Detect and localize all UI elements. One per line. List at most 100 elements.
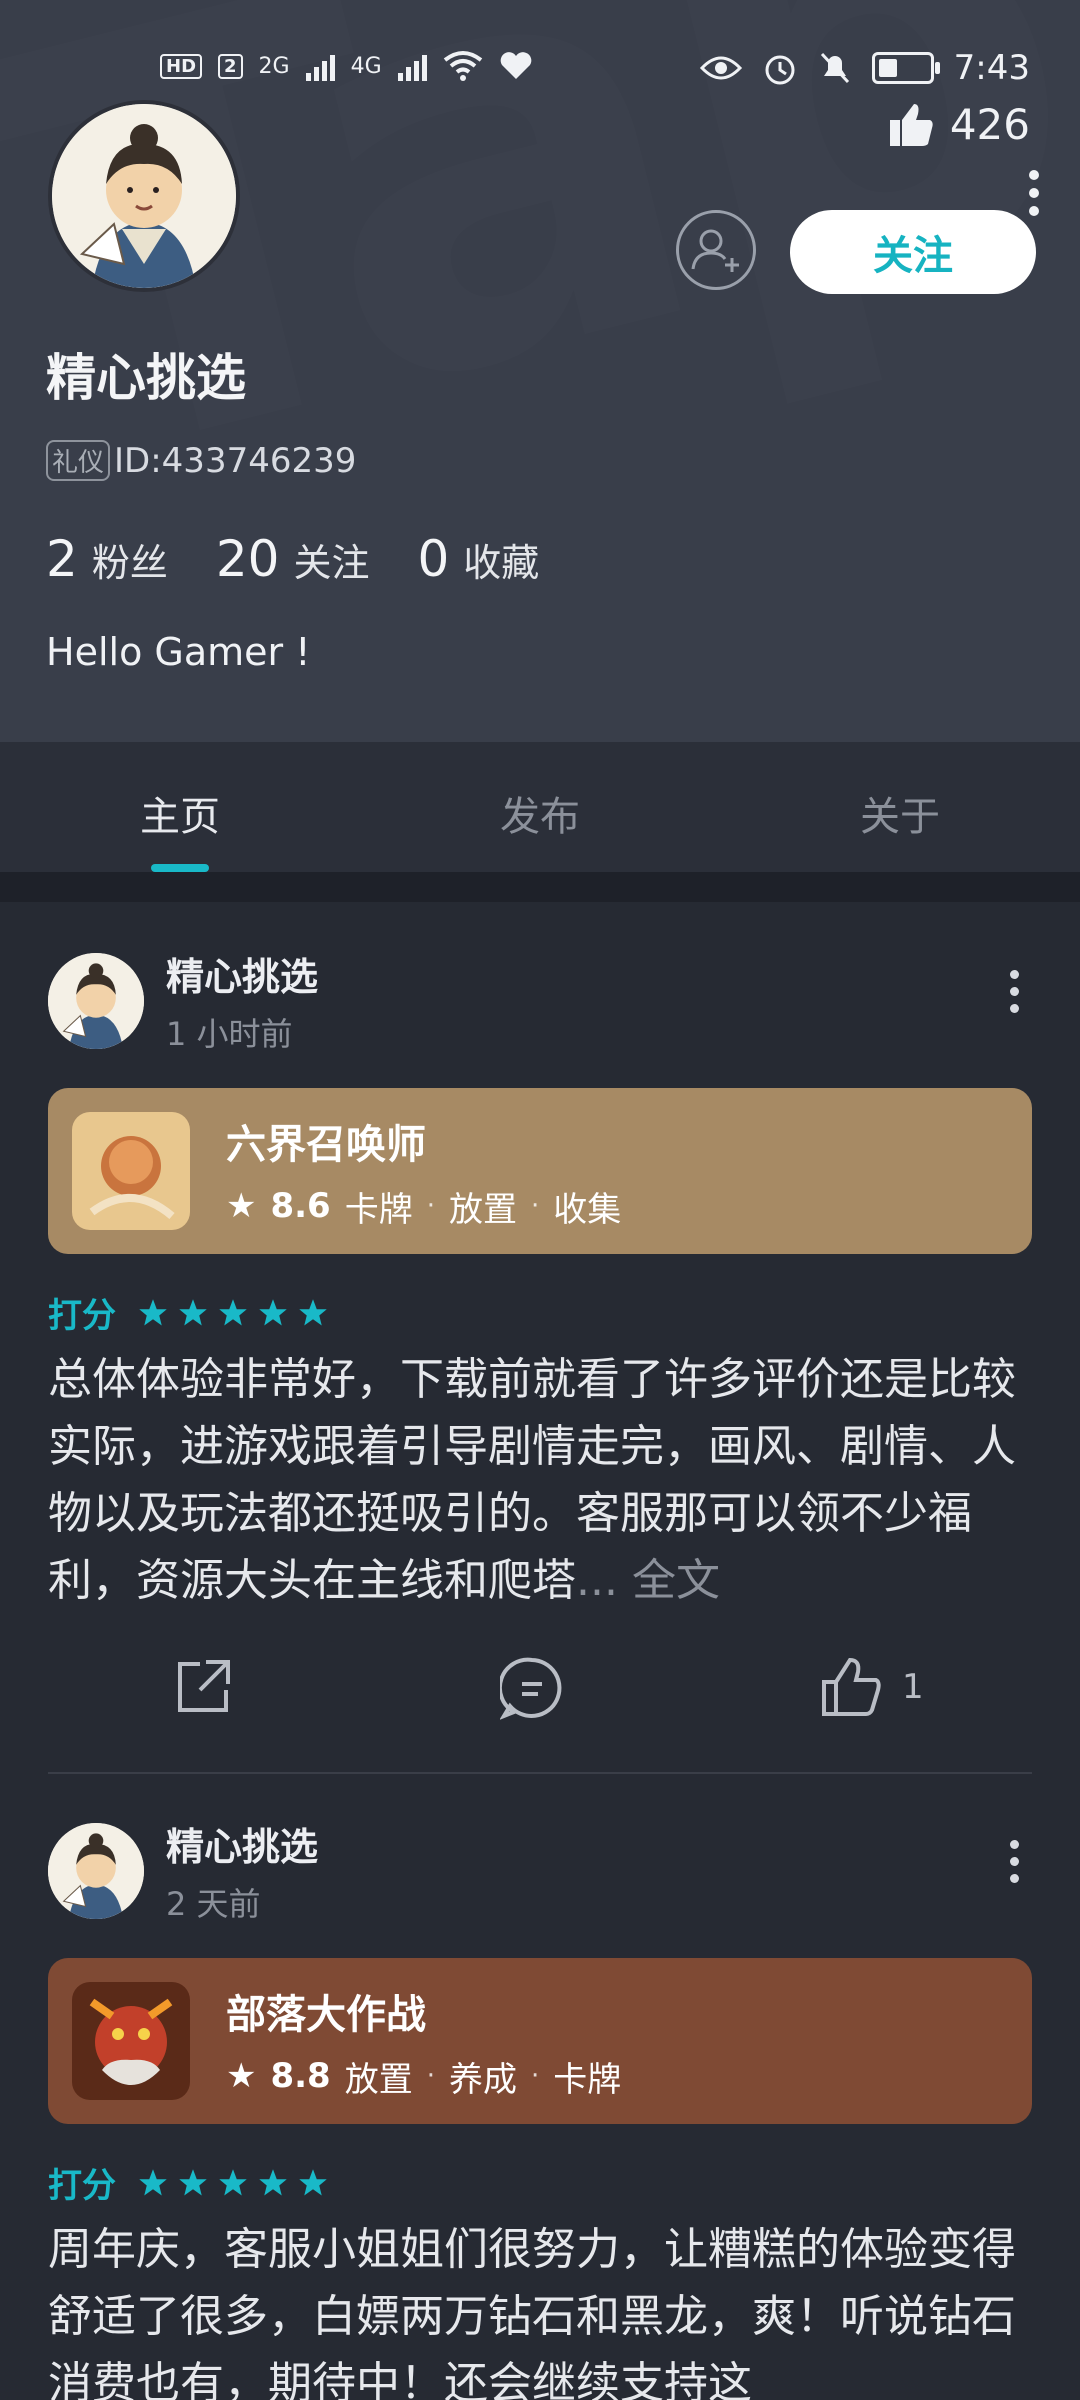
rating-label: 打分	[48, 2166, 116, 2206]
signal-4g-label: 4G	[350, 53, 382, 79]
post-more-icon[interactable]	[1010, 970, 1022, 1021]
star-icon	[179, 1298, 207, 1325]
game-icon	[72, 1112, 190, 1230]
profile-bio: Hello Gamer !	[46, 630, 311, 674]
share-icon	[178, 1660, 230, 1712]
star-icon	[299, 1298, 327, 1325]
review-text[interactable]: 总体体验非常好，下载前就看了许多评价还是比较实际，进游戏跟着引导剧情走完，画风、…	[48, 1346, 1036, 1614]
star-icon: ★	[226, 2056, 257, 2096]
stat-number: 20	[215, 530, 280, 588]
author-avatar[interactable]	[48, 1822, 144, 1919]
tabs-divider	[0, 872, 1080, 902]
profile-header: TapTap HD 2 2G 4G 7:43 426 关注 精心挑选 礼仪 ID…	[0, 0, 1080, 742]
star-icon	[139, 1298, 167, 1325]
more-options-icon[interactable]	[1024, 170, 1044, 230]
star-icon	[219, 2168, 247, 2195]
stat-followers[interactable]: 2 粉丝	[46, 530, 168, 588]
status-bar: HD 2 2G 4G 7:43	[0, 40, 1080, 100]
signal-2g-label: 2G	[258, 53, 290, 79]
clock-time: 7:43	[953, 48, 1030, 88]
game-score: 8.8	[270, 2056, 331, 2096]
review-text[interactable]: 周年庆，客服小姐姐们很努力，让糟糕的体验变得舒适了很多，白嫖两万钻石和黑龙，爽！…	[48, 2216, 1036, 2400]
game-name: 六界召唤师	[226, 1121, 426, 1168]
thumb-up-icon	[822, 1657, 881, 1716]
signal-icon	[305, 51, 335, 81]
profile-tabs: 主页 发布 关于	[0, 742, 1080, 872]
post-header: 精心挑选 1 小时前	[48, 946, 318, 1055]
game-meta: ★ 8.6 卡牌 · 放置 · 收集	[226, 1182, 621, 1231]
stat-number: 2	[46, 530, 78, 588]
stat-label: 关注	[293, 541, 370, 585]
star-icon	[139, 2168, 167, 2195]
wifi-icon	[443, 51, 482, 81]
mute-bell-icon	[820, 52, 849, 84]
game-score: 8.6	[270, 1186, 331, 1226]
separator-dot: ·	[530, 2061, 540, 2091]
separator-dot: ·	[530, 1191, 540, 1221]
profile-id: ID:433746239	[114, 440, 357, 481]
star-icon	[259, 1298, 287, 1325]
separator-dot: ·	[426, 2061, 435, 2091]
health-heart-icon	[500, 52, 531, 79]
game-name: 部落大作战	[226, 1991, 426, 2038]
game-card[interactable]: 部落大作战 ★ 8.8 放置 · 养成 · 卡牌	[48, 1958, 1032, 2124]
game-card[interactable]: 六界召唤师 ★ 8.6 卡牌 · 放置 · 收集	[48, 1088, 1032, 1254]
signal-icon	[397, 51, 427, 81]
like-button[interactable]: 1	[820, 1656, 924, 1718]
star-icon	[219, 1298, 247, 1325]
rating-label: 打分	[48, 1296, 116, 1336]
id-badge: 礼仪	[46, 440, 111, 481]
review-body: 总体体验非常好，下载前就看了许多评价还是比较实际，进游戏跟着引导剧情走完，画风、…	[48, 1354, 1016, 1606]
post-time: 1 小时前	[166, 1015, 293, 1053]
separator-dot: ·	[426, 1191, 435, 1221]
share-button[interactable]	[172, 1656, 234, 1718]
likes-count: 426	[949, 100, 1030, 149]
stat-label: 粉丝	[91, 541, 168, 585]
battery-icon	[871, 52, 940, 84]
game-tag: 收集	[553, 1189, 622, 1230]
star-icon	[259, 2168, 287, 2195]
star-icon: ★	[226, 1186, 257, 1226]
game-tag: 卡牌	[344, 1189, 413, 1230]
post-header: 精心挑选 2 天前	[48, 1816, 318, 1925]
thumb-up-icon	[889, 103, 933, 146]
stat-favorites[interactable]: 0 收藏	[417, 530, 539, 588]
hd-indicator: HD	[160, 53, 203, 79]
add-friend-button[interactable]	[676, 210, 756, 290]
post-time: 2 天前	[166, 1885, 261, 1923]
profile-name: 精心挑选	[46, 349, 246, 407]
profile-likes: 426	[888, 100, 1030, 149]
game-tag: 放置	[344, 2059, 413, 2100]
game-tag: 卡牌	[553, 2059, 622, 2100]
stat-label: 收藏	[463, 541, 540, 585]
sim-indicator: 2	[218, 53, 243, 79]
comment-button[interactable]	[500, 1656, 564, 1720]
game-tag: 放置	[448, 1189, 517, 1230]
stat-number: 0	[417, 530, 450, 588]
comment-icon	[500, 1657, 562, 1720]
game-icon	[72, 1982, 190, 2100]
tab-about[interactable]: 关于	[720, 742, 1080, 872]
author-name[interactable]: 精心挑选	[166, 946, 318, 1001]
author-name[interactable]: 精心挑选	[166, 1816, 318, 1871]
author-avatar[interactable]	[48, 952, 144, 1049]
rating-row: 打分	[48, 2158, 328, 2207]
game-meta: ★ 8.8 放置 · 养成 · 卡牌	[226, 2052, 621, 2101]
tab-home[interactable]: 主页	[0, 742, 360, 872]
post-more-icon[interactable]	[1010, 1840, 1022, 1891]
star-icon	[179, 2168, 207, 2195]
add-user-icon	[691, 229, 739, 272]
star-icon	[299, 2168, 327, 2195]
stat-following[interactable]: 20 关注	[216, 530, 370, 588]
eye-icon	[699, 56, 742, 80]
rating-row: 打分	[48, 1288, 328, 1337]
read-more-link[interactable]: ... 全文	[576, 1555, 720, 1606]
like-count: 1	[902, 1667, 924, 1707]
profile-stats: 2 粉丝 20 关注 0 收藏	[46, 530, 539, 588]
post-divider	[48, 1772, 1032, 1774]
profile-avatar[interactable]	[48, 100, 240, 292]
alarm-icon	[765, 55, 795, 85]
review-body: 周年庆，客服小姐姐们很努力，让糟糕的体验变得舒适了很多，白嫖两万钻石和黑龙，爽！…	[48, 2224, 1016, 2400]
follow-button[interactable]: 关注	[790, 210, 1036, 294]
tab-posts[interactable]: 发布	[360, 742, 720, 872]
